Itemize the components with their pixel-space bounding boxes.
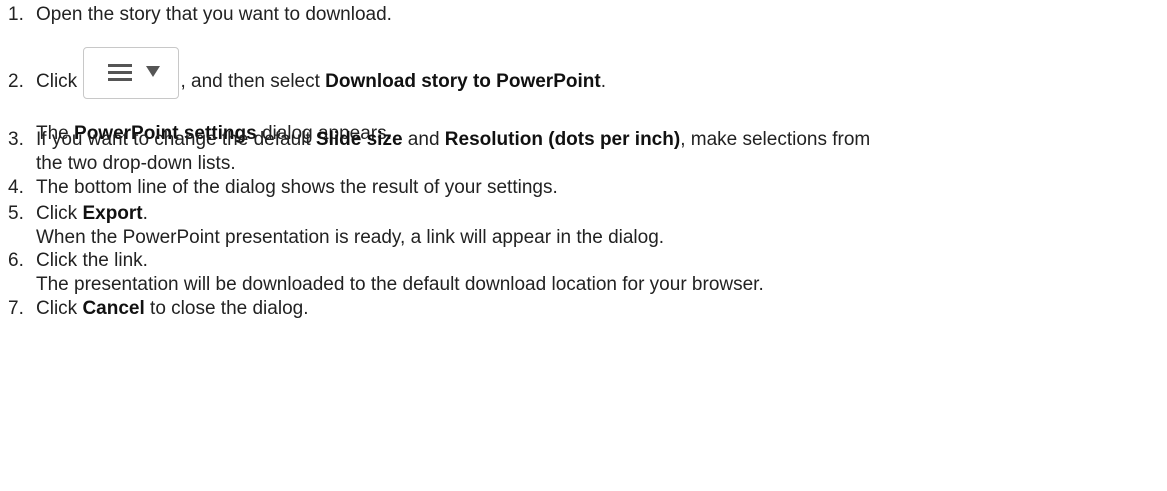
step-number: 1.: [8, 4, 24, 25]
step-text: The presentation will be downloaded to t…: [36, 274, 764, 295]
step-text: , and then select: [180, 71, 326, 92]
ui-term: Cancel: [82, 298, 145, 319]
step-line: If you want to change the default Slide …: [36, 128, 1167, 152]
step-number: 4.: [8, 177, 24, 198]
hamburger-icon: [108, 64, 133, 82]
step-text: Open the story that you want to download…: [36, 4, 392, 25]
step-line: Click Cancel to close the dialog.: [36, 297, 1167, 321]
ui-term: Export: [82, 203, 143, 224]
step-text: and: [402, 129, 445, 150]
step-line: The bottom line of the dialog shows the …: [36, 176, 1167, 200]
step-text: Click: [36, 71, 83, 92]
step-number: 2.: [8, 71, 24, 92]
step-line: Open the story that you want to download…: [36, 3, 1167, 27]
step-text: , make selections from: [680, 129, 871, 150]
step-body: The bottom line of the dialog shows the …: [36, 176, 1167, 200]
ui-term: Slide size: [315, 129, 403, 150]
step-number: 5.: [8, 203, 24, 224]
step-text: to close the dialog.: [144, 298, 309, 319]
caret-down-icon: [146, 66, 161, 77]
menu-button[interactable]: [83, 47, 180, 99]
step-line: the two drop-down lists.: [36, 152, 1167, 176]
step-body: If you want to change the default Slide …: [36, 128, 1167, 176]
step-number: 6.: [8, 250, 24, 271]
step-body: Click Cancel to close the dialog.: [36, 297, 1167, 321]
step-text: Click: [36, 298, 83, 319]
step-body: Open the story that you want to download…: [36, 3, 1167, 27]
step-line: When the PowerPoint presentation is read…: [36, 226, 1167, 250]
step-body: Click Export. When the PowerPoint present…: [36, 202, 1167, 250]
step-line: The presentation will be downloaded to t…: [36, 273, 1167, 297]
step-line: Click , and then select Download story t…: [36, 47, 1167, 122]
step-text: If you want to change the default: [36, 129, 316, 150]
step-text: Click: [36, 203, 83, 224]
step-text: .: [142, 203, 148, 224]
ui-term: Resolution (dots per inch): [444, 129, 681, 150]
step-line: Click the link.: [36, 249, 1167, 273]
step-number: 7.: [8, 298, 24, 319]
step-text: the two drop-down lists.: [36, 153, 236, 174]
step-number: 3.: [8, 129, 24, 150]
ui-term: Download story to PowerPoint: [325, 71, 601, 92]
step-text: .: [600, 71, 606, 92]
step-text: When the PowerPoint presentation is read…: [36, 227, 665, 248]
step-body: Click the link. The presentation will be …: [36, 249, 1167, 297]
step-text: Click the link.: [36, 250, 148, 271]
step-text: The bottom line of the dialog shows the …: [36, 177, 558, 198]
step-line: Click Export.: [36, 202, 1167, 226]
